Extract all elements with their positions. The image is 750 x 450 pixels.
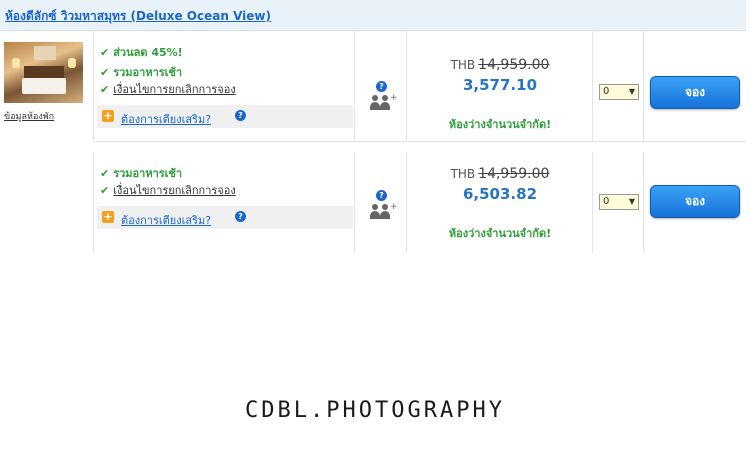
offer-row: ✔ รวมอาหารเช้า ✔ เงื่อนไขการยกเลิกการจอง +… [93,152,746,253]
original-price-amount: 14,959.00 [478,57,550,73]
quantity-cell: 0 ▼ [592,31,644,141]
currency-label: THB [450,58,476,72]
offer-row: ✔ ส่วนลด 45%! ✔ รวมอาหารเช้า ✔ เงื่อนไขการย… [93,31,746,142]
offer-features: ✔ ส่วนลด 45%! ✔ รวมอาหารเช้า ✔ เงื่อนไขการย… [93,31,354,141]
plus-icon: + [390,202,398,212]
room-quantity-select[interactable]: 0 ▼ [599,84,639,100]
check-icon: ✔ [100,184,110,197]
cancellation-policy[interactable]: ✔ เงื่อนไขการยกเลิกการจอง [100,80,236,98]
help-icon[interactable]: ? [235,211,246,222]
check-icon: ✔ [100,83,110,96]
price-cell: THB 14,959.00 3,577.10 ห้องว่างจำนวนจำกัด… [406,31,593,141]
original-price-amount: 14,959.00 [478,166,550,182]
help-icon[interactable]: ? [235,110,246,121]
breakfast-feature: ✔ รวมอาหารเช้า [100,167,183,180]
cancellation-link[interactable]: เงื่อนไขการยกเลิกการจอง [113,184,236,197]
original-price: THB 14,959.00 [407,166,593,182]
discount-feature: ✔ ส่วนลด 45%! [100,46,183,59]
plus-icon[interactable]: + [102,110,114,122]
discounted-price: 3,577.10 [462,76,538,94]
currency-label: THB [450,167,476,181]
occupancy-icon[interactable]: ? + [370,81,398,113]
help-icon: ? [376,190,387,201]
discounted-price: 6,503.82 [462,185,538,203]
room-photo-column: ข้อมูลห้องพัก [0,31,93,253]
extra-bed-bar: + ต้องการเตียงเสริม? ? [97,206,353,229]
occupancy-cell: ? + [354,152,407,253]
cancellation-link[interactable]: เงื่อนไขการยกเลิกการจอง [113,83,236,96]
room-header: ห้องดีลักซ์ วิวมหาสมุทร (Deluxe Ocean Vi… [0,0,746,31]
check-icon: ✔ [100,167,110,180]
extra-bed-bar: + ต้องการเตียงเสริม? ? [97,105,353,128]
extra-bed-link[interactable]: ต้องการเตียงเสริม? [121,110,211,128]
plus-icon[interactable]: + [102,211,114,223]
room-offers-table: ข้อมูลห้องพัก ✔ ส่วนลด 45%! ✔ รวมอาหารเช้า… [0,31,746,253]
photographer-watermark: CDBL.PHOTOGRAPHY [245,398,505,423]
chevron-down-icon: ▼ [628,87,635,96]
extra-bed-link[interactable]: ต้องการเตียงเสริม? [121,211,211,229]
book-cell: จอง [643,152,747,253]
occupancy-icon[interactable]: ? + [370,190,398,222]
book-cell: จอง [643,31,747,141]
room-thumbnail[interactable] [4,42,83,103]
room-info-link[interactable]: ข้อมูลห้องพัก [4,109,54,123]
check-icon: ✔ [100,46,110,59]
availability-note: ห้องว่างจำนวนจำกัด! [448,227,552,240]
chevron-down-icon: ▼ [628,197,635,206]
help-icon: ? [376,81,387,92]
room-title-link[interactable]: ห้องดีลักซ์ วิวมหาสมุทร (Deluxe Ocean Vi… [5,7,271,26]
availability-note: ห้องว่างจำนวนจำกัด! [448,118,552,131]
breakfast-feature: ✔ รวมอาหารเช้า [100,66,183,79]
cancellation-policy[interactable]: ✔ เงื่อนไขการยกเลิกการจอง [100,181,236,199]
price-cell: THB 14,959.00 6,503.82 ห้องว่างจำนวนจำกัด… [406,152,593,253]
book-button[interactable]: จอง [650,76,740,109]
original-price: THB 14,959.00 [407,57,593,73]
occupancy-cell: ? + [354,31,407,141]
quantity-cell: 0 ▼ [592,152,644,253]
book-button[interactable]: จอง [650,185,740,218]
check-icon: ✔ [100,66,110,79]
plus-icon: + [390,93,398,103]
room-quantity-select[interactable]: 0 ▼ [599,194,639,210]
offer-features: ✔ รวมอาหารเช้า ✔ เงื่อนไขการยกเลิกการจอง +… [93,152,354,253]
